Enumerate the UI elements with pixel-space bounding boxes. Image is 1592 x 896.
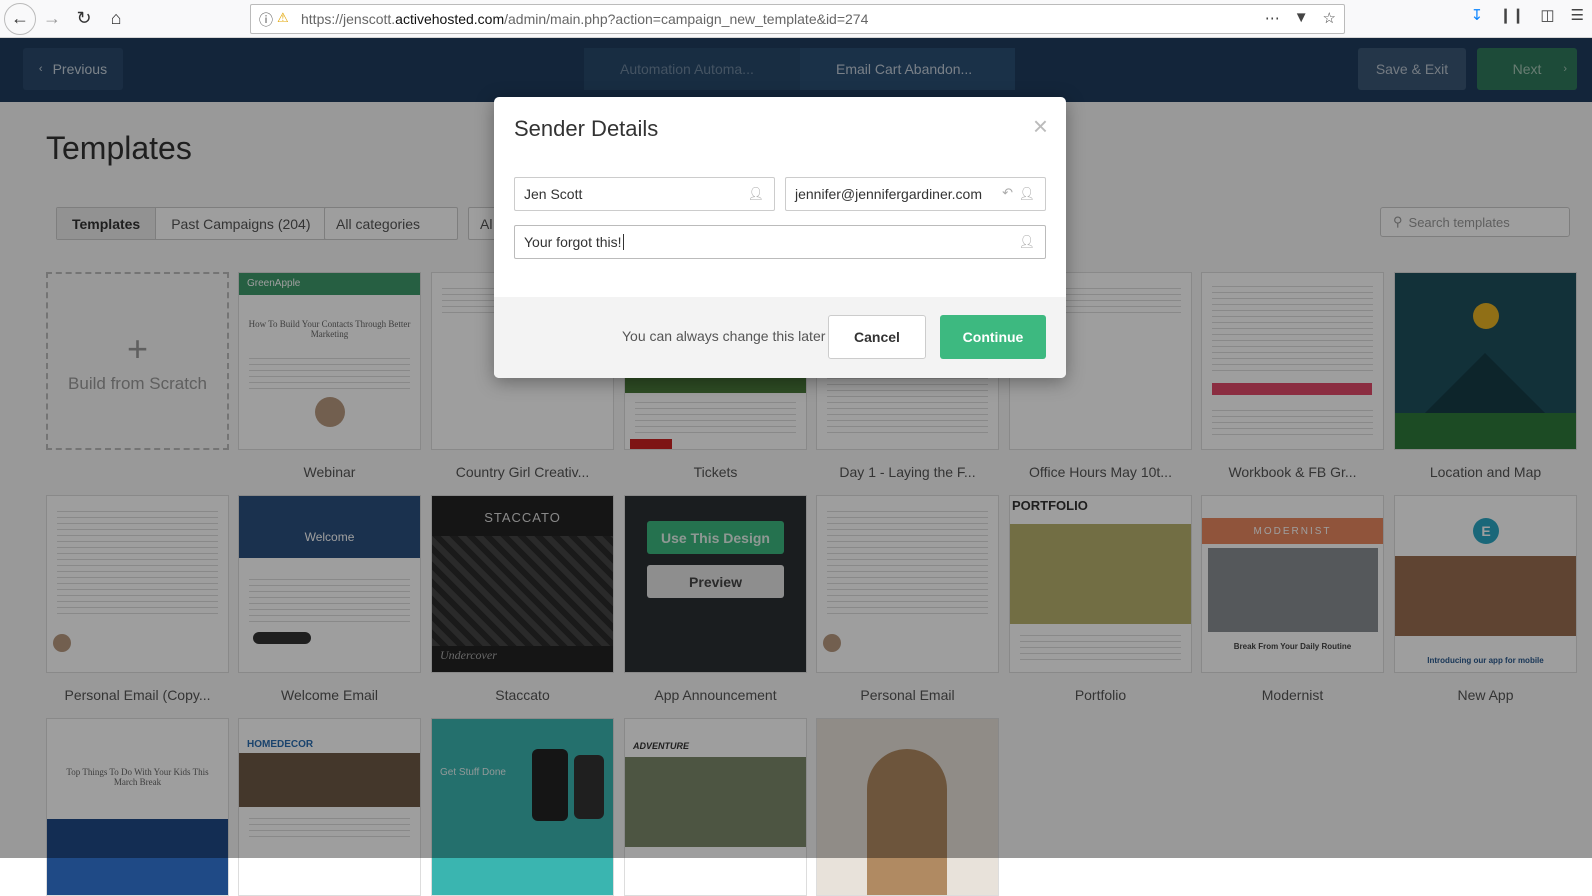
modal-title: Sender Details (514, 116, 659, 141)
reply-icon[interactable]: ↶ (1002, 185, 1013, 201)
download-icon[interactable]: ↧ (1471, 6, 1484, 24)
back-arrow-icon[interactable]: ← (4, 2, 36, 35)
footer-note: You can always change this later (622, 328, 826, 344)
menu-icon[interactable]: ☰ (1571, 6, 1584, 24)
subject-value: Your forgot this! (524, 234, 622, 250)
home-icon[interactable]: ⌂ (100, 3, 132, 35)
sender-name-value: Jen Scott (524, 186, 583, 202)
sender-email-value: jennifer@jennifergardiner.com (795, 186, 982, 202)
text-cursor (622, 234, 624, 250)
library-icon[interactable]: ❙❙ (1499, 6, 1524, 24)
sender-email-field[interactable]: jennifer@jennifergardiner.com ↶ 👤︎ (785, 177, 1046, 211)
close-icon[interactable]: × (1033, 111, 1048, 142)
cancel-button[interactable]: Cancel (828, 315, 926, 359)
forward-arrow-icon[interactable]: → (36, 3, 68, 35)
subject-field[interactable]: Your forgot this! 👤︎ (514, 225, 1046, 259)
insecure-lock-icon[interactable]: ⚠ (277, 10, 289, 26)
url-bar[interactable]: ⓘ ⚠ https://jenscott.activehosted.com/ad… (250, 4, 1345, 34)
person-icon: 👤︎ (747, 186, 764, 201)
sidebar-icon[interactable]: ◫ (1540, 6, 1554, 24)
person-icon: 👤︎ (1018, 234, 1035, 249)
person-icon: 👤︎ (1018, 186, 1035, 201)
browser-toolbar: ← → ↻ ⌂ ⓘ ⚠ https://jenscott.activehoste… (0, 0, 1592, 38)
info-icon[interactable]: ⓘ (259, 10, 273, 30)
reload-icon[interactable]: ↻ (68, 3, 100, 35)
bookmark-star-icon[interactable]: ☆ (1323, 9, 1336, 27)
more-actions-icon[interactable]: ⋯ (1265, 9, 1280, 27)
sender-details-modal: Sender Details × Jen Scott 👤︎ jennifer@j… (494, 97, 1066, 378)
continue-button[interactable]: Continue (940, 315, 1046, 359)
modal-footer: You can always change this later Cancel … (494, 297, 1066, 378)
url-text: https://jenscott.activehosted.com/admin/… (301, 11, 869, 27)
sender-name-field[interactable]: Jen Scott 👤︎ (514, 177, 775, 211)
pocket-icon[interactable]: ▼ (1294, 9, 1309, 27)
